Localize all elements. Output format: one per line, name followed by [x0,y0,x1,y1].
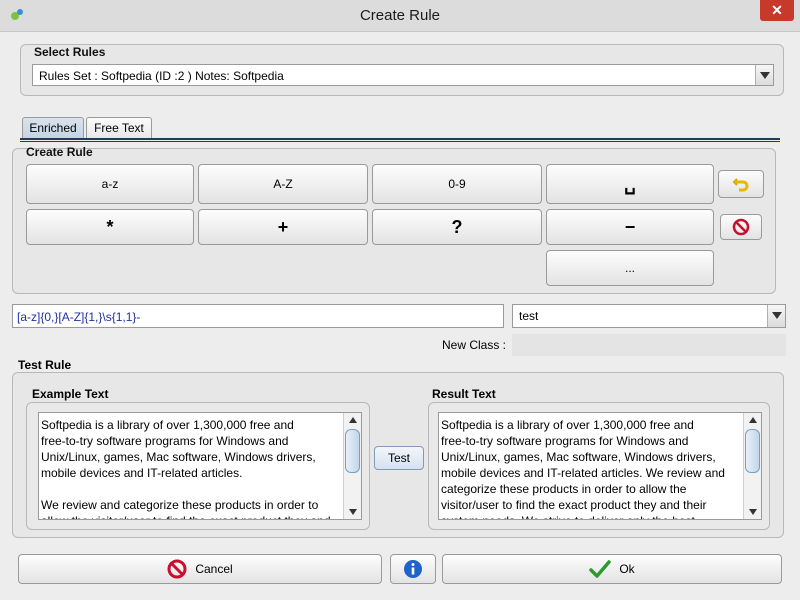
more-label: ... [624,261,635,275]
ok-label: Ok [619,562,635,576]
minus-symbol: − [624,216,636,237]
question-symbol: ? [451,216,463,237]
class-dropdown[interactable]: test [512,304,786,328]
no-entry-icon [167,559,187,579]
clear-button[interactable] [720,214,762,240]
space-symbol: ␣ [624,173,636,194]
tab-free-text[interactable]: Free Text [86,117,152,139]
tab-divider [20,138,780,142]
chevron-down-icon[interactable] [755,65,773,85]
checkmark-icon [589,560,612,578]
select-rules-title: Select Rules [34,45,106,59]
digit-range-button[interactable]: 0-9 [372,164,542,204]
result-text-content: Softpedia is a library of over 1,300,000… [441,418,725,519]
cancel-label: Cancel [195,562,233,576]
lowercase-range-label: a-z [101,177,119,191]
cancel-button[interactable]: Cancel [18,554,382,584]
scroll-up-icon[interactable] [749,417,757,423]
more-button[interactable]: ... [546,250,714,286]
uppercase-range-button[interactable]: A-Z [198,164,368,204]
example-text-area[interactable]: Softpedia is a library of over 1,300,000… [38,412,362,520]
scroll-down-icon[interactable] [349,509,357,515]
result-text-area[interactable]: Softpedia is a library of over 1,300,000… [438,412,762,520]
result-scrollbar[interactable] [743,413,761,519]
space-button[interactable]: ␣ [546,164,714,204]
example-scrollbar[interactable] [343,413,361,519]
lowercase-range-button[interactable]: a-z [26,164,194,204]
example-text-content: Softpedia is a library of over 1,300,000… [41,418,331,519]
regex-expression-field[interactable]: [a-z]{0,}[A-Z]{1,}\s{1,1}- [12,304,504,328]
no-entry-icon [732,218,750,236]
plus-symbol: + [277,216,289,237]
result-text-label: Result Text [432,387,496,401]
undo-button[interactable] [718,170,764,198]
window-title: Create Rule [359,7,441,24]
scroll-thumb[interactable] [745,429,760,473]
class-dropdown-value: test [519,309,539,323]
star-button[interactable]: * [26,209,194,245]
new-class-label: New Class : [442,338,507,352]
test-button-label: Test [387,451,410,465]
rules-set-value: Rules Set : Softpedia (ID :2 ) Notes: So… [39,69,284,83]
info-icon [404,560,422,578]
test-button[interactable]: Test [374,446,424,470]
close-button[interactable]: ✕ [760,0,794,21]
new-class-value-area [512,334,786,356]
question-button[interactable]: ? [372,209,542,245]
chevron-down-icon[interactable] [767,305,785,327]
uppercase-range-label: A-Z [273,177,293,191]
test-rule-title: Test Rule [18,358,72,372]
minus-button[interactable]: − [546,209,714,245]
plus-button[interactable]: + [198,209,368,245]
undo-icon [732,178,749,192]
title-bar: Create Rule ✕ [0,0,800,32]
scroll-thumb[interactable] [345,429,360,473]
star-symbol: * [106,216,114,237]
ok-button[interactable]: Ok [442,554,782,584]
scroll-up-icon[interactable] [349,417,357,423]
digit-range-label: 0-9 [448,177,466,191]
create-rule-title: Create Rule [26,145,93,159]
regex-expression-value: [a-z]{0,}[A-Z]{1,}\s{1,1}- [17,310,141,324]
info-button[interactable] [390,554,436,584]
rules-set-dropdown[interactable]: Rules Set : Softpedia (ID :2 ) Notes: So… [32,64,774,86]
scroll-down-icon[interactable] [749,509,757,515]
example-text-label: Example Text [32,387,109,401]
tab-enriched[interactable]: Enriched [22,117,84,139]
